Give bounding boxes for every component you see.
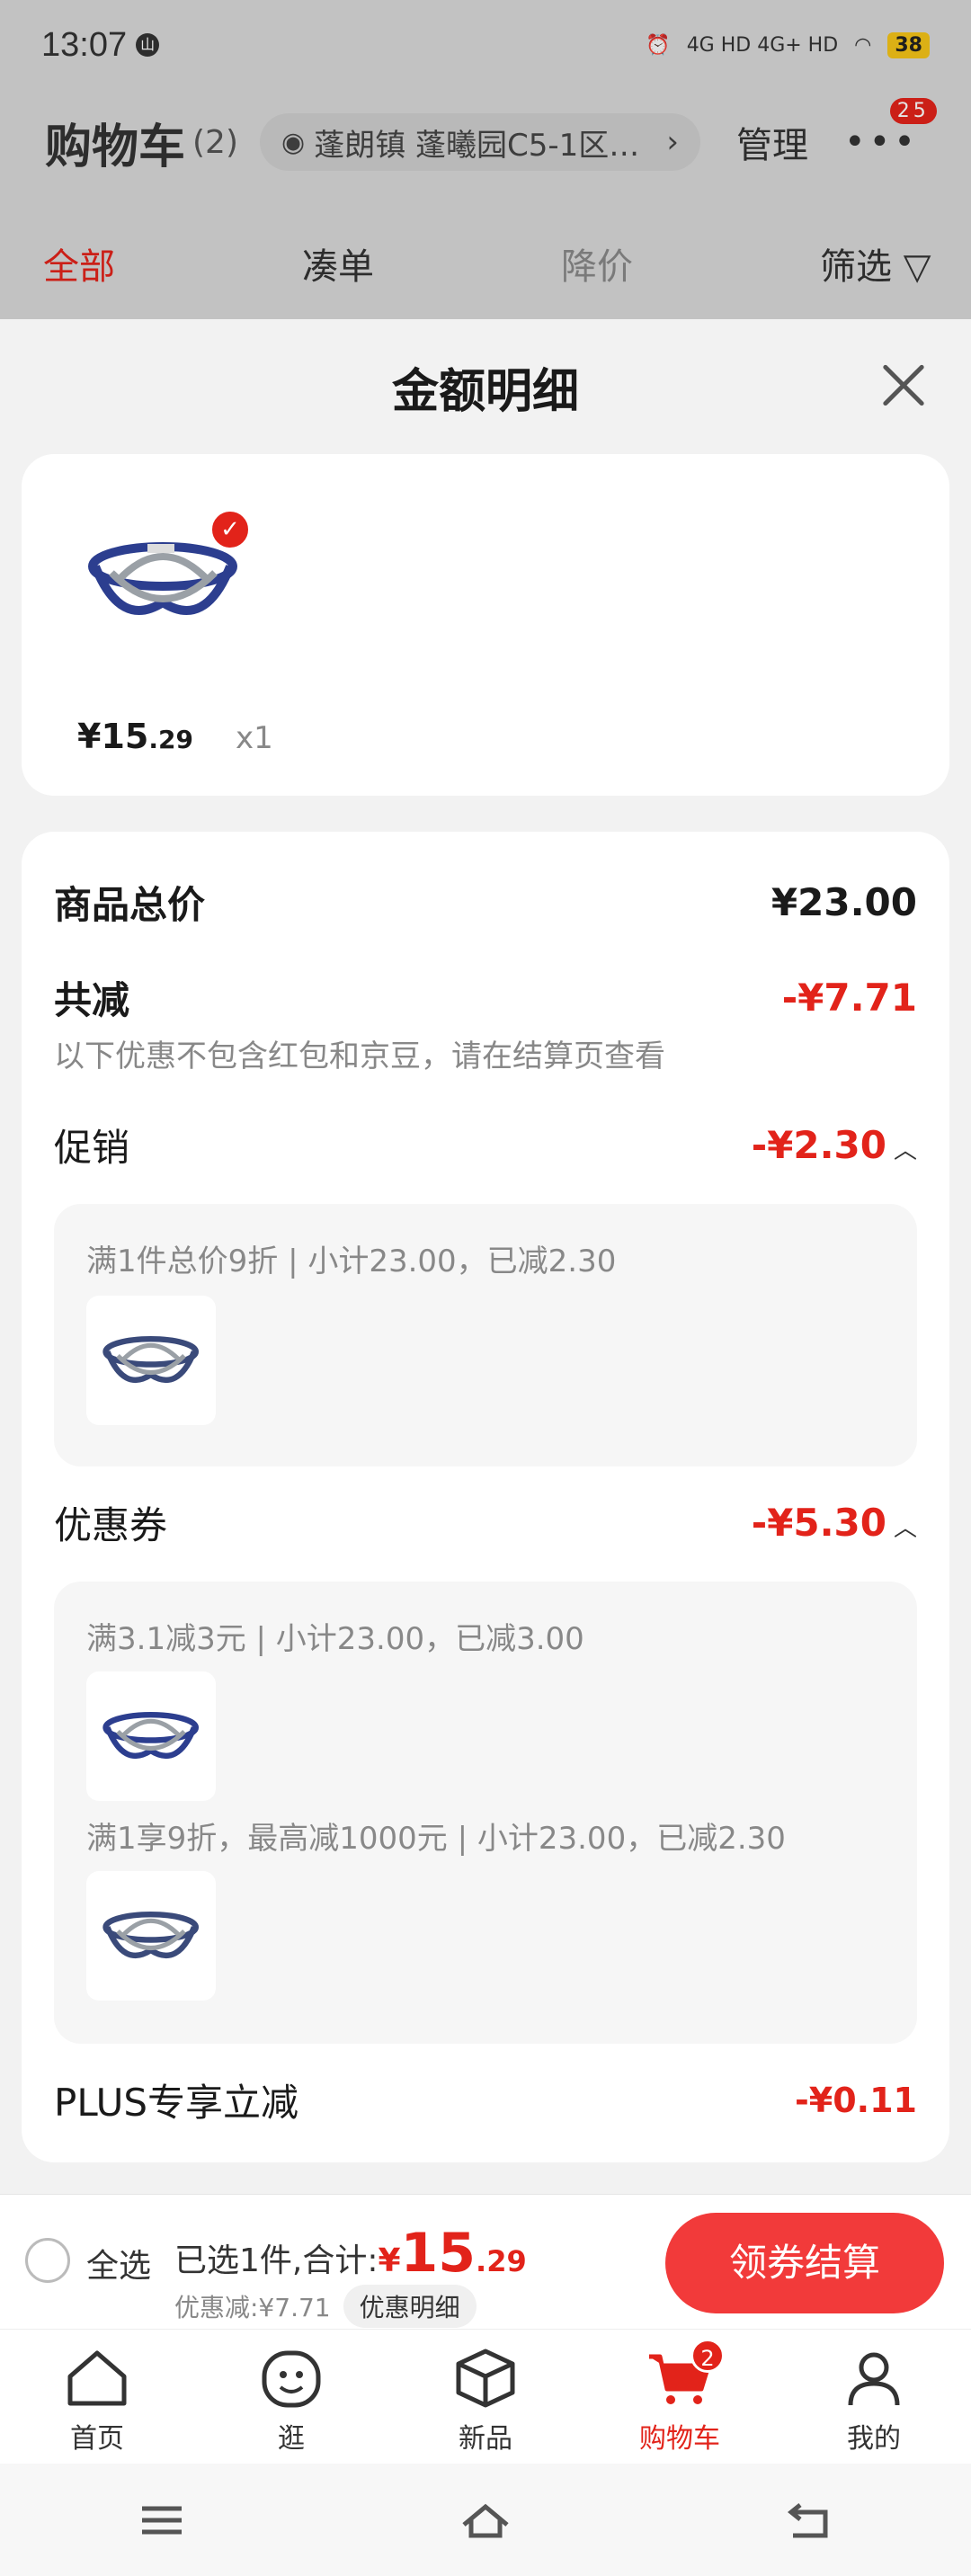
tab-cart[interactable]: 2 购物车 (583, 2330, 777, 2464)
coupon-rule-2: 满1享9折，最高减1000元 | 小计23.00，已减2.30 (86, 1821, 786, 1857)
plus-row: PLUS专享立减 -¥0.11 (54, 2072, 917, 2127)
promo-detail-box: 满1件总价9折 | 小计23.00，已减2.30 (54, 1204, 917, 1466)
tab-new[interactable]: 新品 (388, 2330, 583, 2464)
selection-summary: 已选1件,合计:¥15.29 (174, 2222, 527, 2285)
chevron-up-icon: ︿ (893, 1137, 917, 1164)
system-nav-bar (0, 2464, 971, 2576)
total-amount: ¥15.29 (378, 2222, 527, 2285)
promo-row[interactable]: 促销 -¥2.30 ︿ (54, 1118, 917, 1172)
product-thumb-image (102, 1912, 200, 1958)
promo-value: -¥2.30 ︿ (751, 1123, 917, 1167)
discount-line: 优惠减:¥7.71 优惠明细 (174, 2285, 477, 2328)
selected-product-card: ✓ ¥15.29 x1 (22, 454, 949, 796)
price-breakdown-card: 商品总价 ¥23.00 共减 -¥7.71 以下优惠不包含红包和京豆，请在结算页… (22, 832, 949, 2162)
discount-detail-button[interactable]: 优惠明细 (343, 2285, 477, 2328)
coupon-label: 优惠券 (54, 1503, 168, 1547)
tab-browse[interactable]: 逛 (194, 2330, 388, 2464)
total-value: ¥23.00 (771, 880, 917, 924)
promo-label: 促销 (54, 1126, 130, 1170)
close-icon[interactable] (876, 360, 926, 410)
plus-value: -¥0.11 (795, 2080, 917, 2120)
promo-rule: 满1件总价9折 | 小计23.00，已减2.30 (86, 1243, 617, 1279)
chevron-up-icon: ︿ (893, 1515, 917, 1542)
home-icon (67, 2350, 127, 2406)
checkout-button[interactable]: 领券结算 (665, 2213, 944, 2313)
product-price: ¥15.29 (77, 717, 193, 756)
reduce-value: -¥7.71 (781, 976, 917, 1020)
product-quantity: x1 (236, 720, 273, 756)
coupon-product-thumbnail-2[interactable] (86, 1871, 216, 2001)
total-row: 商品总价 ¥23.00 (54, 875, 917, 930)
menu-icon[interactable] (135, 2498, 189, 2543)
checkout-bar: 全选 已选1件,合计:¥15.29 优惠减:¥7.71 优惠明细 领券结算 (0, 2194, 971, 2329)
overlay-dim[interactable] (0, 0, 971, 319)
box-icon (456, 2349, 515, 2408)
reduce-label: 共减 (54, 978, 130, 1022)
discount-text: 优惠减:¥7.71 (174, 2293, 331, 2322)
plus-label: PLUS专享立减 (54, 2081, 299, 2125)
promo-product-thumbnail[interactable] (86, 1296, 216, 1425)
smile-face-icon (262, 2350, 321, 2408)
coupon-product-thumbnail-1[interactable] (86, 1671, 216, 1801)
product-thumb-image (102, 1712, 200, 1759)
total-label: 商品总价 (54, 883, 206, 927)
coupon-row[interactable]: 优惠券 -¥5.30 ︿ (54, 1495, 917, 1550)
user-icon (848, 2352, 900, 2406)
select-all-label[interactable]: 全选 (86, 2240, 151, 2286)
amount-detail-sheet: 金额明细 ✓ ¥15.29 x1 商品总价 ¥23.00 共减 -¥7.71 以… (0, 319, 971, 2324)
coupon-rule-1: 满3.1减3元 | 小计23.00，已减3.00 (86, 1621, 584, 1657)
coupon-value: -¥5.30 ︿ (751, 1501, 917, 1545)
bottom-tab-bar: 首页 逛 新品 2 购物车 我的 (0, 2329, 971, 2464)
coupon-detail-box: 满3.1减3元 | 小计23.00，已减3.00 满1享9折，最高减1000元 … (54, 1582, 917, 2044)
home-nav-icon[interactable] (459, 2498, 512, 2543)
back-icon[interactable] (782, 2498, 836, 2543)
select-all-checkbox[interactable] (25, 2238, 70, 2283)
product-thumb-image (102, 1336, 200, 1383)
checked-icon: ✓ (209, 508, 252, 551)
tab-mine[interactable]: 我的 (777, 2330, 971, 2464)
cart-badge: 2 (690, 2339, 725, 2373)
sheet-title: 金额明细 (391, 365, 579, 419)
cart-page-background: 13:07 山 ⏰ 4G HD 4G+ HD ◠ 38 购物车 (2) ◉ 蓬朗… (0, 0, 971, 319)
reduce-row: 共减 -¥7.71 (54, 970, 917, 1025)
reduce-note: 以下优惠不包含红包和京豆，请在结算页查看 (54, 1038, 665, 1074)
tab-home[interactable]: 首页 (0, 2330, 194, 2464)
